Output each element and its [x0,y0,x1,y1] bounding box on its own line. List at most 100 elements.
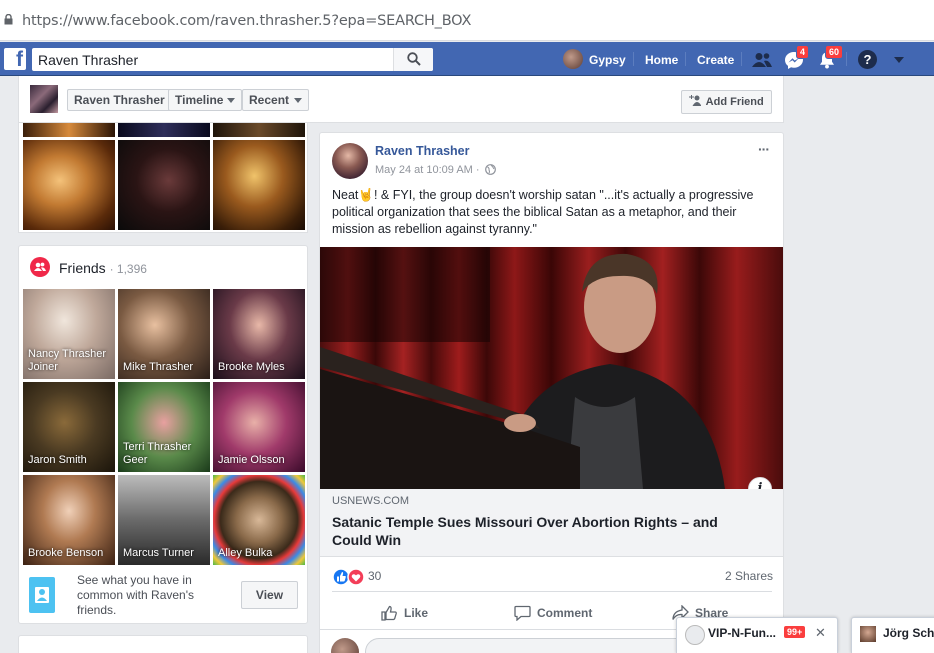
photo-thumbnail[interactable] [118,123,210,137]
chat-unread-badge: 99+ [784,626,806,638]
chevron-down-icon [294,98,302,103]
photo-thumbnail[interactable] [213,140,305,230]
thumbs-up-icon [381,605,397,621]
shares-count[interactable]: 2 Shares [725,569,773,583]
friend-name[interactable]: Jaron Smith [28,454,113,467]
photo-thumbnail[interactable] [23,140,115,230]
account-dropdown-icon[interactable] [894,57,904,63]
nav-user-name[interactable]: Gypsy [589,53,626,67]
comment-label: Comment [537,606,593,620]
comment-icon [514,605,531,622]
chat-tab-name: Jörg Schi [883,626,934,640]
people-icon [35,587,49,603]
add-friend-icon [689,95,702,106]
timeline-label: Timeline [175,93,224,107]
reactions-summary[interactable] [332,568,368,586]
chat-tab-name: VIP-N-Fun... [708,626,776,640]
friend-tile[interactable]: Jaron Smith [23,382,115,472]
friend-tile[interactable]: Nancy Thrasher Joiner [23,289,115,379]
lock-icon [4,14,13,25]
common-friends-icon [29,577,55,613]
post-card: Raven Thrasher May 24 at 10:09 AM · ··· … [319,132,784,653]
browser-address-bar[interactable]: https://www.facebook.com/raven.thrasher.… [0,0,934,41]
profile-name-button[interactable]: Raven Thrasher [67,89,172,111]
search-input[interactable] [32,48,392,71]
close-icon[interactable]: ✕ [815,625,826,641]
search-box[interactable] [32,48,433,71]
friend-name[interactable]: Brooke Benson [28,547,113,560]
address-url[interactable]: https://www.facebook.com/raven.thrasher.… [22,13,471,29]
nav-home-link[interactable]: Home [645,53,678,67]
notifications-badge: 60 [825,45,844,59]
post-options-icon[interactable]: ··· [758,141,770,157]
friends-icon [30,257,50,277]
recent-dropdown[interactable]: Recent [242,89,309,111]
link-preview-image[interactable]: i [320,247,783,489]
post-author-avatar[interactable] [332,143,368,179]
view-common-friends-button[interactable]: View [241,581,298,609]
post-date[interactable]: May 24 at 10:09 AM · [375,164,496,176]
friend-name[interactable]: Alley Bulka [218,547,303,560]
link-title: Satanic Temple Sues Missouri Over Aborti… [332,514,718,548]
article-photo [320,247,783,489]
photos-panel [18,123,308,233]
chat-tab-jorg[interactable]: Jörg Schi [851,617,934,653]
friend-tile[interactable]: Brooke Myles [213,289,305,379]
profile-nav-strip: Raven Thrasher Timeline Recent Add Frien… [18,76,784,123]
comment-button[interactable]: Comment [514,605,592,623]
nav-create-link[interactable]: Create [697,53,734,67]
friends-title-text[interactable]: Friends [59,260,106,276]
help-icon[interactable]: ? [858,50,877,69]
chevron-down-icon [227,98,235,103]
friend-tile[interactable]: Mike Thrasher [118,289,210,379]
friend-tile[interactable]: Marcus Turner [118,475,210,565]
recent-label: Recent [249,93,290,107]
friend-tile[interactable]: Alley Bulka [213,475,305,565]
nav-divider [846,52,847,66]
friend-name[interactable]: Jamie Olsson [218,454,303,467]
friend-tile[interactable]: Brooke Benson [23,475,115,565]
facebook-logo-icon[interactable]: f [4,48,26,71]
nav-divider [633,52,634,66]
messages-badge: 4 [796,45,810,59]
chat-tab-vip[interactable]: VIP-N-Fun... 99+ ✕ [676,617,838,653]
friend-name[interactable]: Mike Thrasher [123,361,208,374]
chat-user-avatar [860,626,876,642]
globe-icon [484,164,496,175]
friends-title[interactable]: Friends · 1,396 [59,260,147,276]
post-author-name[interactable]: Raven Thrasher [375,144,469,158]
like-love-reactions-icon [332,568,365,586]
common-friends-text: See what you have in common with Raven's… [77,573,194,617]
like-button[interactable]: Like [381,605,428,623]
nav-divider [741,52,742,66]
photo-thumbnail[interactable] [213,123,305,137]
friend-tile[interactable]: Terri Thrasher Geer [118,382,210,472]
reactions-count[interactable]: 30 [368,569,381,583]
friend-name[interactable]: Marcus Turner [123,547,208,560]
divider [332,591,772,592]
friend-name[interactable]: Terri Thrasher Geer [123,441,208,467]
add-friend-label: Add Friend [705,96,764,108]
profile-thumbnail[interactable] [30,85,58,113]
photo-thumbnail[interactable] [118,140,210,230]
photo-thumbnail[interactable] [23,123,115,137]
nav-divider [685,52,686,66]
timeline-dropdown[interactable]: Timeline [168,89,242,111]
friend-name[interactable]: Brooke Myles [218,361,303,374]
facebook-top-bar: f Gypsy Home Create 4 60 ? [0,42,934,76]
post-text: Neat🤘! & FYI, the group doesn't worship … [332,188,754,236]
add-friend-button[interactable]: Add Friend [681,90,772,114]
user-avatar[interactable] [563,49,583,69]
chat-group-avatar [685,625,705,645]
search-icon [407,52,421,66]
friend-name[interactable]: Nancy Thrasher Joiner [28,348,113,374]
friend-requests-icon[interactable] [752,52,772,68]
link-preview-caption[interactable]: USNEWS.COM Satanic Temple Sues Missouri … [320,489,783,557]
friend-tile[interactable]: Jamie Olsson [213,382,305,472]
next-panel [18,635,308,653]
post-date-text: May 24 at 10:09 AM · [375,164,480,176]
friends-count: · 1,396 [109,262,147,276]
search-button[interactable] [393,48,433,71]
friends-panel: Friends · 1,396 Nancy Thrasher Joiner Mik… [18,245,308,624]
link-source: USNEWS.COM [332,495,409,507]
